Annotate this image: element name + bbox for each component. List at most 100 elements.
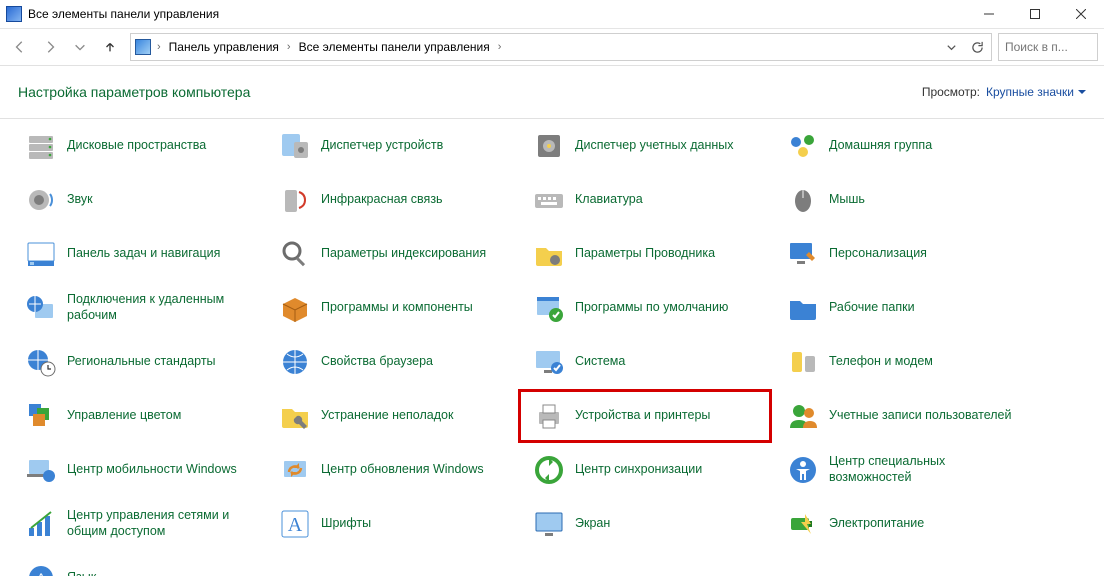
chevron-right-icon[interactable]: › bbox=[496, 41, 504, 53]
cp-item-label: Шрифты bbox=[321, 516, 371, 532]
magnifier-icon bbox=[279, 238, 311, 270]
keyboard-icon bbox=[533, 184, 565, 216]
chevron-right-icon[interactable]: › bbox=[155, 41, 163, 53]
search-box[interactable] bbox=[998, 33, 1098, 61]
folder-gear-icon bbox=[533, 238, 565, 270]
cp-item-label: Устройства и принтеры bbox=[575, 408, 710, 424]
cp-item-label: Программы и компоненты bbox=[321, 300, 473, 316]
view-value: Крупные значки bbox=[986, 85, 1074, 99]
close-button[interactable] bbox=[1058, 0, 1104, 28]
minimize-button[interactable] bbox=[966, 0, 1012, 28]
cp-item-troubleshooting[interactable]: Устранение неполадок bbox=[264, 389, 518, 443]
cp-item-label: Параметры индексирования bbox=[321, 246, 486, 262]
cp-item-label: Региональные стандарты bbox=[67, 354, 216, 370]
forward-button[interactable] bbox=[36, 33, 64, 61]
cp-item-ease-of-access[interactable]: Центр специальных возможностей bbox=[772, 443, 1026, 497]
cp-item-label: Персонализация bbox=[829, 246, 927, 262]
monitor-paint-icon bbox=[787, 238, 819, 270]
ease-icon bbox=[787, 454, 819, 486]
cp-item-infrared[interactable]: Инфракрасная связь bbox=[264, 173, 518, 227]
cp-item-network-sharing[interactable]: Центр управления сетями и общим доступом bbox=[10, 497, 264, 551]
squares-rgb-icon bbox=[25, 400, 57, 432]
view-label: Просмотр: bbox=[922, 85, 980, 99]
cp-item-label: Управление цветом bbox=[67, 408, 181, 424]
cp-item-power-options[interactable]: Электропитание bbox=[772, 497, 1026, 551]
cp-item-internet-options[interactable]: Свойства браузера bbox=[264, 335, 518, 389]
cp-item-personalization[interactable]: Персонализация bbox=[772, 227, 1026, 281]
cp-item-system[interactable]: Система bbox=[518, 335, 772, 389]
cp-item-programs-features[interactable]: Программы и компоненты bbox=[264, 281, 518, 335]
back-button[interactable] bbox=[6, 33, 34, 61]
cp-item-label: Клавиатура bbox=[575, 192, 643, 208]
cp-item-devices-printers[interactable]: Устройства и принтеры bbox=[518, 389, 772, 443]
mobility-icon bbox=[25, 454, 57, 486]
cp-item-label: Домашняя группа bbox=[829, 138, 932, 154]
cp-item-label: Система bbox=[575, 354, 625, 370]
sync-icon bbox=[533, 454, 565, 486]
view-selector[interactable]: Крупные значки bbox=[986, 85, 1086, 99]
cp-item-disk-spaces[interactable]: Дисковые пространства bbox=[10, 119, 264, 173]
control-panel-address-icon bbox=[135, 39, 151, 55]
cp-item-fonts[interactable]: Шрифты bbox=[264, 497, 518, 551]
cp-item-label: Дисковые пространства bbox=[67, 138, 206, 154]
cp-item-remote-app[interactable]: Подключения к удаленным рабочим bbox=[10, 281, 264, 335]
cp-item-default-programs[interactable]: Программы по умолчанию bbox=[518, 281, 772, 335]
stacked-drives-icon bbox=[25, 130, 57, 162]
cp-item-mouse[interactable]: Мышь bbox=[772, 173, 1026, 227]
subheader: Настройка параметров компьютера Просмотр… bbox=[0, 66, 1104, 119]
cp-item-label: Мышь bbox=[829, 192, 865, 208]
navigation-bar: › Панель управления › Все элементы панел… bbox=[0, 29, 1104, 66]
cp-item-sound[interactable]: Звук bbox=[10, 173, 264, 227]
cp-item-label: Панель задач и навигация bbox=[67, 246, 220, 262]
cp-item-indexing-options[interactable]: Параметры индексирования bbox=[264, 227, 518, 281]
cp-item-label: Параметры Проводника bbox=[575, 246, 715, 262]
cp-item-color-management[interactable]: Управление цветом bbox=[10, 389, 264, 443]
monitor-check-icon bbox=[533, 346, 565, 378]
breadcrumb-root[interactable]: Панель управления bbox=[167, 40, 281, 54]
items-grid: Дисковые пространства Диспетчер устройств… bbox=[10, 119, 1098, 576]
cp-item-phone-modem[interactable]: Телефон и модем bbox=[772, 335, 1026, 389]
address-bar[interactable]: › Панель управления › Все элементы панел… bbox=[130, 33, 992, 61]
maximize-button[interactable] bbox=[1012, 0, 1058, 28]
search-input[interactable] bbox=[1003, 39, 1093, 55]
cp-item-display[interactable]: Экран bbox=[518, 497, 772, 551]
cp-item-label: Язык bbox=[67, 570, 96, 576]
cp-item-keyboard[interactable]: Клавиатура bbox=[518, 173, 772, 227]
globe-a-icon bbox=[25, 562, 57, 576]
cp-item-work-folders[interactable]: Рабочие папки bbox=[772, 281, 1026, 335]
cp-item-region[interactable]: Региональные стандарты bbox=[10, 335, 264, 389]
cp-item-language[interactable]: Язык bbox=[10, 551, 264, 576]
refresh-button[interactable] bbox=[965, 35, 989, 59]
cp-item-taskbar-navigation[interactable]: Панель задач и навигация bbox=[10, 227, 264, 281]
folder-wrench-icon bbox=[279, 400, 311, 432]
update-arrows-icon bbox=[279, 454, 311, 486]
cp-item-label: Центр мобильности Windows bbox=[67, 462, 237, 478]
control-panel-icon bbox=[6, 6, 22, 22]
cp-item-user-accounts[interactable]: Учетные записи пользователей bbox=[772, 389, 1026, 443]
cp-item-label: Экран bbox=[575, 516, 610, 532]
safe-icon bbox=[533, 130, 565, 162]
chevron-right-icon[interactable]: › bbox=[285, 41, 293, 53]
up-button[interactable] bbox=[96, 33, 124, 61]
molecule-icon bbox=[787, 130, 819, 162]
address-dropdown-button[interactable] bbox=[939, 35, 963, 59]
recent-locations-button[interactable] bbox=[66, 33, 94, 61]
taskbar-icon bbox=[25, 238, 57, 270]
cp-item-label: Центр синхронизации bbox=[575, 462, 702, 478]
cp-item-label: Центр управления сетями и общим доступом bbox=[67, 508, 253, 539]
cp-item-label: Диспетчер учетных данных bbox=[575, 138, 734, 154]
breadcrumb-current[interactable]: Все элементы панели управления bbox=[297, 40, 492, 54]
cp-item-sync-center[interactable]: Центр синхронизации bbox=[518, 443, 772, 497]
cp-item-credential-manager[interactable]: Диспетчер учетных данных bbox=[518, 119, 772, 173]
network-bars-icon bbox=[25, 508, 57, 540]
cp-item-label: Звук bbox=[67, 192, 93, 208]
mouse-icon bbox=[787, 184, 819, 216]
cp-item-explorer-options[interactable]: Параметры Проводника bbox=[518, 227, 772, 281]
cp-item-device-manager[interactable]: Диспетчер устройств bbox=[264, 119, 518, 173]
cp-item-homegroup[interactable]: Домашняя группа bbox=[772, 119, 1026, 173]
cp-item-windows-update[interactable]: Центр обновления Windows bbox=[264, 443, 518, 497]
globe-monitor-icon bbox=[25, 292, 57, 324]
cp-item-label: Подключения к удаленным рабочим bbox=[67, 292, 253, 323]
users-icon bbox=[787, 400, 819, 432]
cp-item-mobility-center[interactable]: Центр мобильности Windows bbox=[10, 443, 264, 497]
